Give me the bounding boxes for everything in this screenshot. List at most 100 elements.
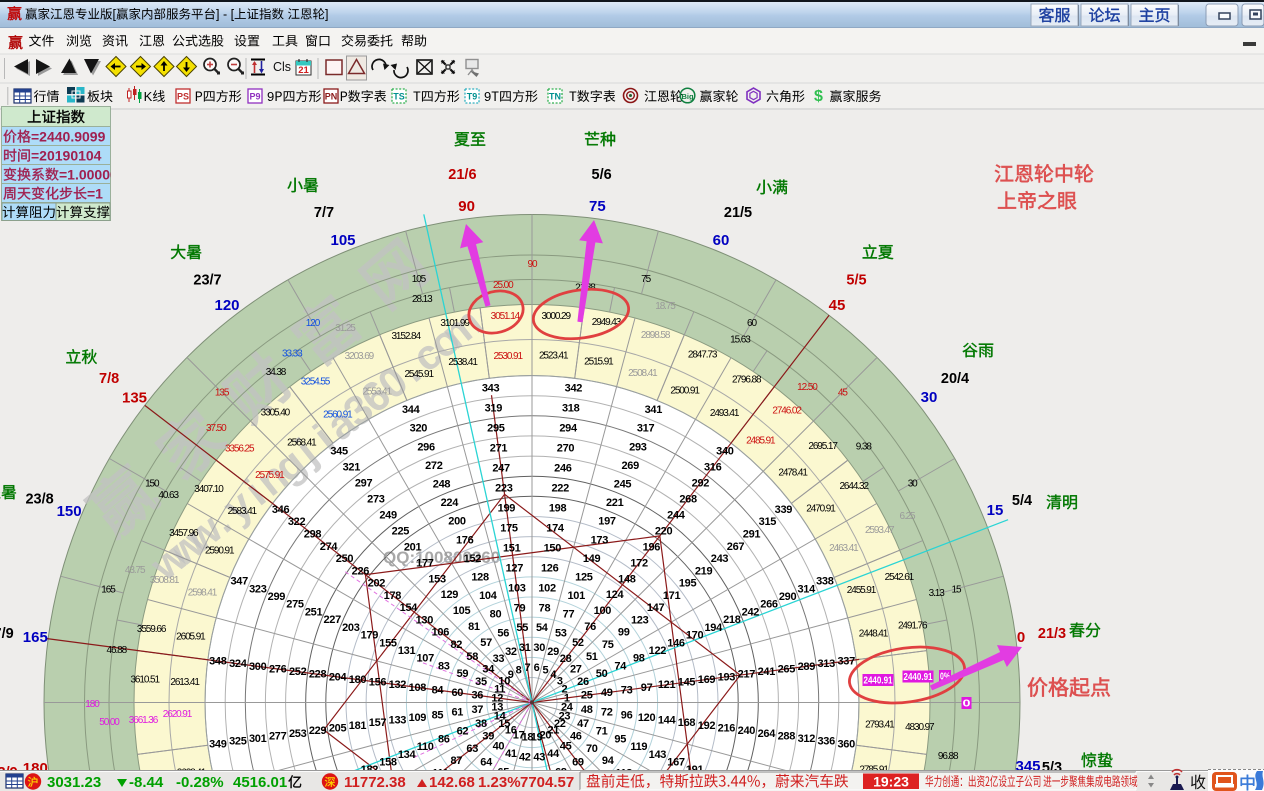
svg-text:2560.91: 2560.91 (323, 410, 353, 421)
svg-text:102: 102 (538, 582, 556, 594)
svg-text:40.63: 40.63 (158, 490, 179, 501)
svg-text:2583.41: 2583.41 (228, 506, 258, 517)
svg-text:7704.57: 7704.57 (520, 774, 574, 791)
svg-text:4830.97: 4830.97 (905, 722, 935, 733)
svg-text:6.25: 6.25 (899, 511, 916, 522)
svg-text:-8.44: -8.44 (129, 774, 164, 791)
svg-text:269: 269 (621, 460, 639, 472)
svg-text:2847.73: 2847.73 (688, 349, 718, 360)
svg-text:196: 196 (643, 541, 661, 553)
svg-text:227: 227 (323, 614, 341, 626)
svg-text:100: 100 (594, 605, 612, 617)
svg-text:147: 147 (647, 602, 665, 614)
svg-text:229: 229 (309, 725, 327, 737)
svg-text:2644.32: 2644.32 (839, 481, 869, 492)
svg-text:143: 143 (649, 749, 667, 761)
svg-text:15: 15 (952, 585, 962, 596)
svg-text:79: 79 (514, 602, 526, 614)
svg-text:170: 170 (686, 630, 704, 642)
svg-text:48: 48 (581, 704, 593, 716)
svg-text:243: 243 (711, 553, 729, 565)
svg-text:34: 34 (482, 663, 495, 675)
svg-text:81: 81 (468, 621, 480, 633)
svg-text:26: 26 (577, 676, 589, 688)
svg-text:21: 21 (298, 65, 309, 76)
svg-text:59: 59 (457, 668, 469, 680)
svg-text:146: 146 (667, 637, 685, 649)
svg-text:314: 314 (797, 583, 816, 595)
svg-text:155: 155 (379, 637, 397, 649)
svg-text:347: 347 (230, 576, 248, 588)
svg-text:96.88: 96.88 (938, 751, 959, 762)
svg-text:46: 46 (570, 731, 582, 743)
svg-text:201: 201 (404, 541, 422, 553)
svg-text:18.75: 18.75 (655, 301, 676, 312)
svg-text:300: 300 (249, 661, 267, 673)
svg-text:270: 270 (557, 443, 575, 455)
svg-text:315: 315 (759, 516, 777, 528)
svg-text:271: 271 (490, 443, 508, 455)
svg-text:] - [: ] - [ (216, 8, 235, 22)
svg-text:90: 90 (528, 259, 538, 270)
svg-text:3254.55: 3254.55 (301, 376, 331, 387)
svg-text:56: 56 (497, 627, 509, 639)
svg-text:294: 294 (559, 423, 578, 435)
svg-text:150: 150 (57, 503, 82, 520)
svg-text:126: 126 (541, 562, 559, 574)
svg-text:168: 168 (678, 717, 696, 729)
svg-text:220: 220 (655, 525, 673, 537)
svg-text:43: 43 (533, 752, 545, 764)
svg-text:42: 42 (519, 752, 531, 764)
svg-text:2613.41: 2613.41 (170, 677, 200, 688)
svg-text:105: 105 (453, 605, 471, 617)
svg-text:225: 225 (392, 525, 410, 537)
svg-text:[: [ (113, 8, 117, 22)
svg-text:21/6: 21/6 (448, 167, 476, 183)
svg-text:T9: T9 (467, 92, 478, 102)
svg-text:298: 298 (304, 529, 322, 541)
svg-text:122: 122 (649, 645, 667, 657)
svg-text:318: 318 (562, 403, 580, 415)
svg-text:70: 70 (586, 743, 598, 755)
svg-text:120: 120 (638, 712, 656, 724)
svg-text:75: 75 (589, 198, 606, 215)
svg-text:TS: TS (393, 92, 405, 102)
svg-text:178: 178 (384, 590, 402, 602)
svg-text:99: 99 (618, 627, 630, 639)
svg-text:337: 337 (837, 656, 855, 668)
svg-text:50.00: 50.00 (99, 717, 120, 728)
svg-text:30: 30 (533, 642, 545, 654)
svg-text:57: 57 (480, 637, 492, 649)
svg-text:2491.76: 2491.76 (898, 621, 928, 632)
svg-text:7/9: 7/9 (0, 626, 14, 642)
svg-text:2793.41: 2793.41 (865, 719, 895, 730)
svg-text:60: 60 (747, 318, 757, 329)
svg-text:120: 120 (306, 318, 321, 329)
svg-text:3.13: 3.13 (929, 588, 946, 599)
svg-text:55: 55 (516, 622, 528, 634)
svg-text:2538.41: 2538.41 (448, 357, 478, 368)
svg-text:169: 169 (698, 674, 716, 686)
svg-text:295: 295 (487, 423, 505, 435)
svg-text:40: 40 (493, 741, 505, 753)
svg-text:150: 150 (544, 542, 562, 554)
svg-text:78: 78 (539, 602, 551, 614)
svg-text:Big: Big (681, 92, 694, 101)
svg-text:145: 145 (678, 677, 696, 689)
svg-text:2590.91: 2590.91 (205, 546, 235, 557)
svg-text:2898.58: 2898.58 (641, 330, 671, 341)
svg-text:36: 36 (471, 690, 483, 702)
svg-text:274: 274 (320, 541, 339, 553)
svg-text:58: 58 (466, 651, 478, 663)
svg-text:2448.41: 2448.41 (859, 629, 889, 640)
svg-text:2485.91: 2485.91 (746, 436, 776, 447)
svg-text:96: 96 (621, 709, 633, 721)
svg-text:216: 216 (718, 723, 736, 735)
svg-text:312: 312 (798, 733, 816, 745)
svg-text:339: 339 (775, 504, 793, 516)
svg-text:348: 348 (209, 656, 227, 668)
svg-text:=1.00000: =1.00000 (59, 167, 118, 183)
svg-text:74: 74 (614, 660, 627, 672)
svg-text:2515.91: 2515.91 (584, 357, 614, 368)
svg-text:341: 341 (645, 404, 663, 416)
